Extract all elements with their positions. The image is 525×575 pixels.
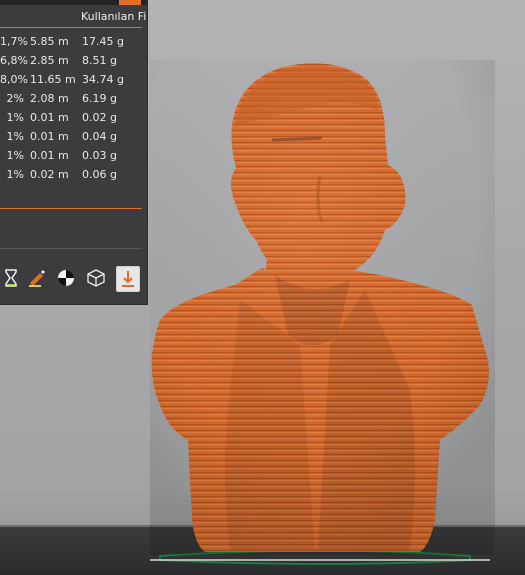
header-separator — [0, 27, 142, 28]
filament-weight: 8.51 g — [82, 54, 117, 67]
filament-length: 2.08 m — [30, 92, 69, 105]
filament-weight: 0.02 g — [82, 111, 117, 124]
filament-length: 11.65 m — [30, 73, 76, 86]
filament-weight: 6.19 g — [82, 92, 117, 105]
filament-percent: 1% — [6, 130, 24, 143]
filament-length: 0.01 m — [30, 149, 69, 162]
filament-length: 0.01 m — [30, 111, 69, 124]
export-download-icon[interactable] — [116, 266, 140, 292]
filament-weight: 0.04 g — [82, 130, 117, 143]
filament-weight: 17.45 g — [82, 35, 124, 48]
footer-separator — [0, 208, 142, 209]
3d-viewport[interactable]: Kullanılan Filament 1,7% 5.85 m 17.45 g … — [0, 0, 525, 575]
view-toolbar — [0, 266, 147, 294]
filament-percent: 1,7% — [0, 35, 28, 48]
cube-icon[interactable] — [85, 266, 107, 290]
filament-percent: 8,0% — [0, 73, 28, 86]
filament-percent: 1% — [6, 149, 24, 162]
filament-weight: 34.74 g — [82, 73, 124, 86]
used-filament-header: Kullanılan Filament — [81, 10, 147, 23]
filament-percent: 1% — [6, 111, 24, 124]
panel-topbar-accent — [119, 0, 141, 5]
filament-percent: 6,8% — [0, 54, 28, 67]
filament-length: 5.85 m — [30, 35, 69, 48]
filament-length: 0.01 m — [30, 130, 69, 143]
filament-weight: 0.06 g — [82, 168, 117, 181]
filament-length: 2.85 m — [30, 54, 69, 67]
filament-usage-panel: Kullanılan Filament 1,7% 5.85 m 17.45 g … — [0, 0, 148, 305]
filament-percent: 1% — [6, 168, 24, 181]
filament-weight: 0.03 g — [82, 149, 117, 162]
toolbar-separator — [0, 248, 142, 249]
contrast-circle-icon[interactable] — [55, 266, 77, 290]
filament-length: 0.02 m — [30, 168, 69, 181]
paint-brush-icon[interactable] — [26, 266, 48, 290]
filament-percent: 2% — [6, 92, 24, 105]
hourglass-icon[interactable] — [0, 266, 22, 290]
